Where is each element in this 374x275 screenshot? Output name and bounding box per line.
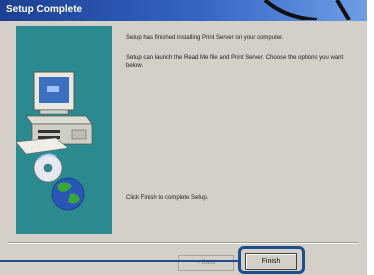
cd-disc-icon (33, 153, 63, 183)
computer-icon (16, 71, 93, 155)
callout-line (0, 260, 238, 262)
window-title: Setup Complete (6, 4, 83, 15)
globe-icon (51, 177, 85, 211)
setup-dialog: Setup Complete Setup has finished instal… (0, 0, 367, 275)
back-button[interactable]: < Back (178, 255, 234, 271)
finish-button[interactable]: Finish (245, 253, 297, 270)
setup-graphic-panel (16, 26, 112, 234)
setup-finished-text: Setup has finished installing Print Serv… (126, 35, 284, 41)
page-margin (367, 0, 374, 275)
setup-illustration (16, 71, 93, 211)
decorative-curve (263, 0, 351, 20)
click-finish-text: Click Finish to complete Setup. (126, 195, 209, 201)
launch-options-text: Setup can launch the Read Me file and Pr… (126, 55, 344, 69)
separator (8, 242, 358, 244)
